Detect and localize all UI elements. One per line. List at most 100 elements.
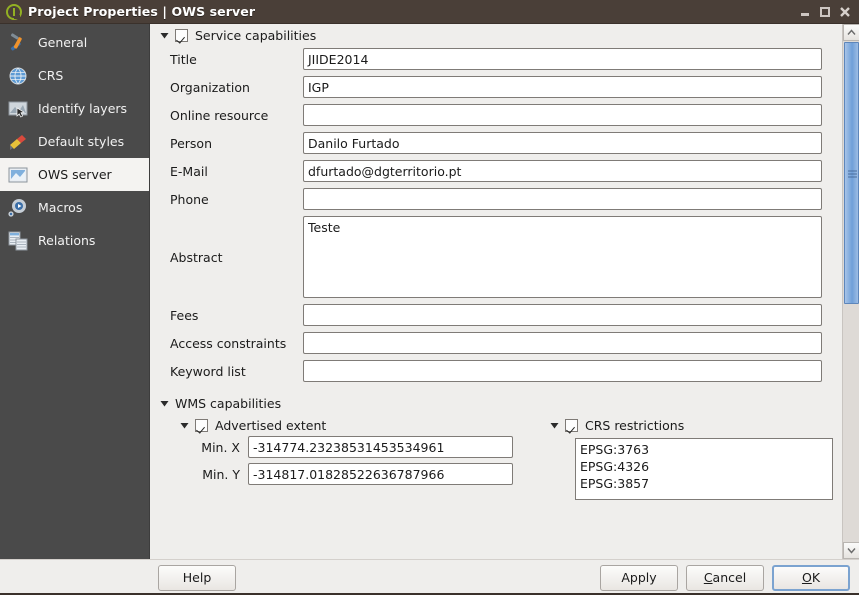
service-capabilities-group-header[interactable]: Service capabilities xyxy=(150,24,842,46)
close-icon[interactable] xyxy=(835,2,855,22)
wms-capabilities-section: WMS capabilities Advertised extent Min. … xyxy=(150,392,842,500)
chevron-down-icon[interactable] xyxy=(178,419,191,432)
field-row-min-x: Min. X -314774.23238531453534961 xyxy=(150,436,540,458)
advertised-extent-label: Advertised extent xyxy=(215,417,327,433)
advertised-extent-column: Advertised extent Min. X -314774.2323853… xyxy=(150,414,540,500)
chevron-up-icon[interactable] xyxy=(843,24,859,41)
settings-sidebar: General CRS Identify layers Default styl… xyxy=(0,24,150,559)
list-item[interactable]: EPSG:3763 xyxy=(580,441,832,458)
service-capabilities-checkbox[interactable] xyxy=(175,28,188,42)
gear-play-icon xyxy=(6,196,30,220)
chevron-down-icon[interactable] xyxy=(548,419,561,432)
access-constraints-input[interactable] xyxy=(303,332,822,354)
ok-button[interactable]: OK xyxy=(772,564,850,591)
chevron-down-icon[interactable] xyxy=(843,542,859,559)
qgis-logo-icon xyxy=(6,3,22,20)
advertised-extent-checkbox[interactable] xyxy=(195,418,208,432)
access-constraints-label: Access constraints xyxy=(170,335,287,351)
cancel-label-rest: ancel xyxy=(712,570,747,585)
maximize-icon[interactable] xyxy=(815,2,835,22)
sidebar-item-relations[interactable]: Relations xyxy=(0,224,149,257)
scrollbar-thumb[interactable] xyxy=(844,42,859,304)
wms-capabilities-label: WMS capabilities xyxy=(175,395,282,411)
online-resource-label: Online resource xyxy=(170,107,269,123)
wms-capabilities-group-header[interactable]: WMS capabilities xyxy=(150,392,842,414)
help-button[interactable]: Help xyxy=(158,564,236,591)
online-resource-input[interactable] xyxy=(303,104,822,126)
sidebar-item-label: Identify layers xyxy=(38,101,128,116)
sidebar-item-label: Macros xyxy=(38,200,83,215)
field-row-access-constraints: Access constraints xyxy=(150,332,842,354)
field-row-abstract: Abstract Teste xyxy=(150,216,842,298)
field-row-title: Title JIIDE2014 xyxy=(150,48,842,70)
crs-restrictions-checkbox[interactable] xyxy=(565,418,578,432)
person-input[interactable]: Danilo Furtado xyxy=(303,132,822,154)
paintbrush-icon xyxy=(6,130,30,154)
sidebar-item-label: Default styles xyxy=(38,134,125,149)
ows-server-pane: Service capabilities Title JIIDE2014 Org… xyxy=(150,24,842,559)
sidebar-item-label: OWS server xyxy=(38,167,112,182)
chevron-down-icon[interactable] xyxy=(158,29,171,42)
crs-restrictions-label: CRS restrictions xyxy=(585,417,685,433)
sidebar-item-label: Relations xyxy=(38,233,96,248)
fees-label: Fees xyxy=(170,307,199,323)
sidebar-item-general[interactable]: General xyxy=(0,26,149,59)
sidebar-item-macros[interactable]: Macros xyxy=(0,191,149,224)
field-row-online-resource: Online resource xyxy=(150,104,842,126)
ows-server-icon xyxy=(6,163,30,187)
globe-icon xyxy=(6,64,30,88)
phone-label: Phone xyxy=(170,191,209,207)
email-input[interactable]: dfurtado@dgterritorio.pt xyxy=(303,160,822,182)
dialog-body: General CRS Identify layers Default styl… xyxy=(0,24,859,559)
pane-vertical-scrollbar[interactable] xyxy=(842,24,859,559)
min-x-label: Min. X xyxy=(201,439,240,455)
cancel-button[interactable]: Cancel xyxy=(686,564,764,591)
apply-button[interactable]: Apply xyxy=(600,564,678,591)
keyword-list-input[interactable] xyxy=(303,360,822,382)
sidebar-item-default-styles[interactable]: Default styles xyxy=(0,125,149,158)
advertised-extent-group-header[interactable]: Advertised extent xyxy=(150,414,540,436)
sidebar-item-ows-server[interactable]: OWS server xyxy=(0,158,149,191)
window-title: Project Properties | OWS server xyxy=(28,4,256,19)
abstract-label: Abstract xyxy=(170,249,223,265)
field-row-min-y: Min. Y -314817.01828522636787966 xyxy=(150,463,540,485)
min-y-label: Min. Y xyxy=(202,466,240,482)
chevron-down-icon[interactable] xyxy=(158,397,171,410)
scrollbar-grip xyxy=(848,170,857,178)
fees-input[interactable] xyxy=(303,304,822,326)
field-row-organization: Organization IGP xyxy=(150,76,842,98)
min-x-input[interactable]: -314774.23238531453534961 xyxy=(248,436,513,458)
sidebar-item-identify-layers[interactable]: Identify layers xyxy=(0,92,149,125)
organization-input[interactable]: IGP xyxy=(303,76,822,98)
minimize-icon[interactable] xyxy=(795,2,815,22)
person-label: Person xyxy=(170,135,213,151)
identify-layers-icon xyxy=(6,97,30,121)
field-row-person: Person Danilo Furtado xyxy=(150,132,842,154)
tools-icon xyxy=(6,31,30,55)
abstract-textarea[interactable]: Teste xyxy=(303,216,822,298)
organization-label: Organization xyxy=(170,79,250,95)
settings-pane-wrap: Service capabilities Title JIIDE2014 Org… xyxy=(150,24,859,559)
field-row-fees: Fees xyxy=(150,304,842,326)
min-y-input[interactable]: -314817.01828522636787966 xyxy=(248,463,513,485)
crs-restrictions-group-header[interactable]: CRS restrictions xyxy=(540,414,842,436)
crs-restrictions-list[interactable]: EPSG:3763 EPSG:4326 EPSG:3857 xyxy=(575,438,833,500)
field-row-keyword-list: Keyword list xyxy=(150,360,842,382)
sidebar-item-label: General xyxy=(38,35,88,50)
ok-mnemonic: O xyxy=(801,570,812,585)
window-titlebar[interactable]: Project Properties | OWS server xyxy=(0,0,859,24)
service-capabilities-form: Title JIIDE2014 Organization IGP Online … xyxy=(150,46,842,382)
keyword-list-label: Keyword list xyxy=(170,363,246,379)
field-row-email: E-Mail dfurtado@dgterritorio.pt xyxy=(150,160,842,182)
service-capabilities-label: Service capabilities xyxy=(195,27,317,43)
sidebar-item-crs[interactable]: CRS xyxy=(0,59,149,92)
project-properties-dialog: Project Properties | OWS server General … xyxy=(0,0,859,595)
phone-input[interactable] xyxy=(303,188,822,210)
relations-icon xyxy=(6,229,30,253)
email-label: E-Mail xyxy=(170,163,208,179)
wms-columns: Advertised extent Min. X -314774.2323853… xyxy=(150,414,842,500)
list-item[interactable]: EPSG:4326 xyxy=(580,458,832,475)
list-item[interactable]: EPSG:3857 xyxy=(580,475,832,492)
ok-label-rest: K xyxy=(811,570,821,585)
title-input[interactable]: JIIDE2014 xyxy=(303,48,822,70)
